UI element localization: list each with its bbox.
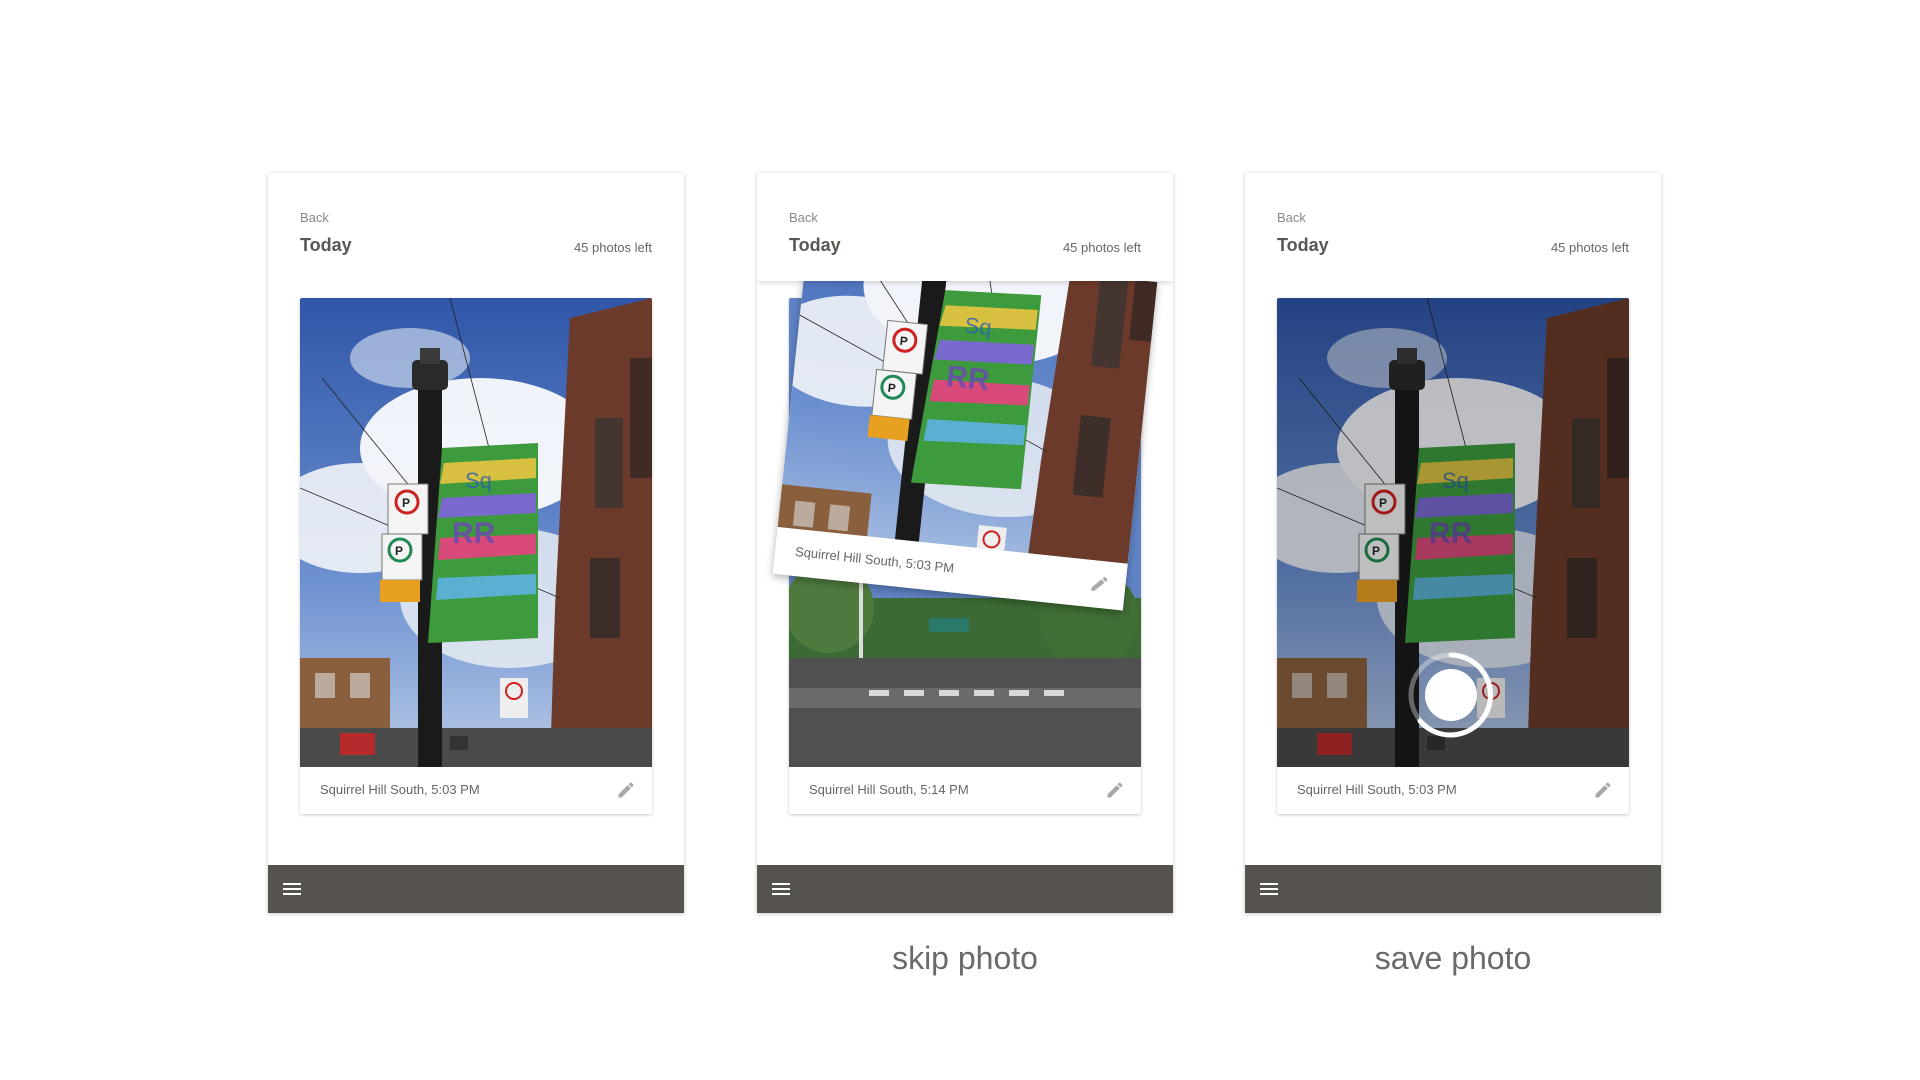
page-title: Today: [1277, 235, 1329, 255]
photo-caption-bar: Squirrel Hill South, 5:03 PM: [300, 767, 652, 814]
photo-image[interactable]: [300, 298, 652, 767]
photo-caption-bar: Squirrel Hill South, 5:14 PM: [789, 767, 1141, 814]
header: Back Today 45 photos left: [757, 173, 1173, 281]
bottom-bar: [757, 865, 1173, 913]
photo-card[interactable]: Squirrel Hill South, 5:03 PM: [300, 298, 652, 814]
hamburger-menu-icon[interactable]: [771, 879, 791, 899]
pencil-icon[interactable]: [1088, 573, 1110, 595]
photo-image[interactable]: [777, 245, 1158, 564]
progress-spinner: [1408, 652, 1494, 738]
page-title: Today: [300, 235, 352, 255]
photos-left-count: 45 photos left: [573, 240, 652, 255]
photos-left-count: 45 photos left: [1062, 240, 1141, 255]
back-link[interactable]: Back: [789, 210, 818, 225]
skipped-photo-card[interactable]: Squirrel Hill South, 5:03 PM: [772, 245, 1158, 611]
pencil-icon[interactable]: [616, 780, 636, 800]
hamburger-menu-icon[interactable]: [1259, 879, 1279, 899]
photo-card[interactable]: Squirrel Hill South, 5:03 PM: [1277, 298, 1629, 814]
photo-caption: Squirrel Hill South, 5:03 PM: [320, 782, 480, 797]
phone-screen-skip: Back Today 45 photos left Squirrel Hill …: [757, 173, 1173, 913]
photo-caption: Squirrel Hill South, 5:03 PM: [794, 543, 955, 576]
header: Back Today 45 photos left: [268, 173, 684, 281]
photo-caption: Squirrel Hill South, 5:14 PM: [809, 782, 969, 797]
bottom-bar: [268, 865, 684, 913]
pencil-icon[interactable]: [1593, 780, 1613, 800]
phone-screen-save: Back Today 45 photos left Squirrel Hill …: [1245, 173, 1661, 913]
hamburger-menu-icon[interactable]: [282, 879, 302, 899]
back-link[interactable]: Back: [300, 210, 329, 225]
photo-caption: Squirrel Hill South, 5:03 PM: [1297, 782, 1457, 797]
pencil-icon[interactable]: [1105, 780, 1125, 800]
photos-left-count: 45 photos left: [1550, 240, 1629, 255]
page-title: Today: [789, 235, 841, 255]
back-link[interactable]: Back: [1277, 210, 1306, 225]
screen-caption-skip-photo: skip photo: [892, 940, 1038, 976]
screen-caption-save-photo: save photo: [1374, 940, 1532, 976]
header: Back Today 45 photos left: [1245, 173, 1661, 281]
bottom-bar: [1245, 865, 1661, 913]
phone-screen-default: Back Today 45 photos left Squirrel Hill …: [268, 173, 684, 913]
photo-caption-bar: Squirrel Hill South, 5:03 PM: [1277, 767, 1629, 814]
